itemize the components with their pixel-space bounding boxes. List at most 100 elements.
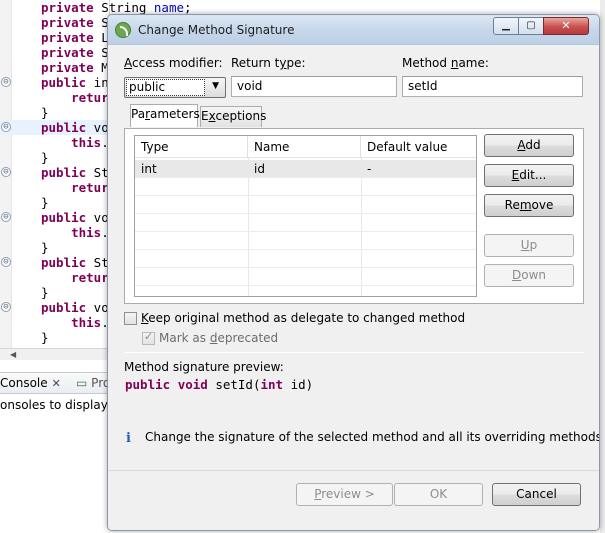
- code-keyword: private: [41, 45, 94, 60]
- code-line[interactable]: private L: [0, 30, 110, 45]
- method-name-input[interactable]: setId: [402, 76, 583, 97]
- dialog-titlebar[interactable]: Change Method Signature ▁ ▢ ✕: [108, 15, 599, 45]
- access-modifier-label: Access modifier:: [124, 56, 223, 70]
- code-keyword: this: [41, 315, 102, 330]
- tab-console[interactable]: Console ✕: [0, 373, 61, 394]
- preview-button[interactable]: Preview >: [296, 483, 393, 506]
- code-line[interactable]: private S: [0, 15, 110, 30]
- up-button[interactable]: Up: [484, 234, 574, 257]
- param-name-cell[interactable]: id: [248, 160, 361, 178]
- code-line[interactable]: private M: [0, 60, 110, 75]
- edit-button[interactable]: Edit...: [484, 164, 574, 187]
- code-keyword: this: [41, 135, 102, 150]
- parameters-table[interactable]: Type Name Default value int id -: [134, 135, 477, 297]
- code-token: in: [86, 75, 109, 90]
- code-text: }: [41, 330, 49, 345]
- fold-toggle-icon[interactable]: ⊖: [1, 122, 11, 132]
- code-text: private S: [41, 45, 109, 60]
- cancel-button[interactable]: Cancel: [492, 483, 581, 506]
- tab-progress[interactable]: ▭ Pro: [76, 376, 110, 390]
- table-row-empty: [135, 268, 476, 286]
- keep-delegate-label[interactable]: Keep original method as delegate to chan…: [141, 311, 465, 325]
- maximize-button[interactable]: ▢: [518, 17, 544, 35]
- code-line[interactable]: private S: [0, 45, 110, 60]
- code-line[interactable]: }: [0, 195, 110, 210]
- column-header-name[interactable]: Name: [248, 136, 361, 158]
- console-message: onsoles to display at: [0, 398, 124, 412]
- code-text: }: [41, 105, 49, 120]
- method-name-label: Method name:: [402, 56, 489, 70]
- minimize-button[interactable]: ▁: [493, 17, 519, 35]
- code-text: }: [41, 150, 49, 165]
- table-row-empty: [135, 214, 476, 232]
- code-line[interactable]: private String name;: [0, 0, 192, 15]
- fold-toggle-icon[interactable]: ⊖: [1, 257, 11, 267]
- code-keyword: public: [41, 75, 87, 90]
- code-text: public voi: [41, 120, 116, 135]
- tab-exceptions[interactable]: Exceptions: [200, 106, 266, 127]
- ok-button[interactable]: OK: [394, 483, 483, 506]
- code-keyword: private: [41, 30, 94, 45]
- fold-toggle-icon[interactable]: ⊖: [1, 167, 11, 177]
- code-field: name: [153, 0, 185, 15]
- code-keyword: this: [41, 225, 102, 240]
- param-type-cell[interactable]: int: [135, 160, 248, 178]
- code-text: }: [41, 240, 49, 255]
- editor-horizontal-scrollbar[interactable]: ◀: [0, 348, 110, 360]
- code-keyword: return: [41, 270, 117, 285]
- code-line[interactable]: ⊖ public St: [0, 165, 110, 180]
- code-line[interactable]: }: [0, 330, 110, 345]
- divider: [124, 352, 584, 353]
- code-line[interactable]: return: [0, 270, 116, 285]
- fold-toggle-icon[interactable]: ⊖: [1, 302, 11, 312]
- access-modifier-select[interactable]: public ▼: [124, 77, 226, 98]
- code-keyword: public: [41, 255, 87, 270]
- column-header-default-value[interactable]: Default value: [361, 136, 476, 158]
- code-line[interactable]: this.: [0, 225, 110, 240]
- return-type-label: Return type:: [231, 56, 306, 70]
- code-keyword: public: [41, 120, 87, 135]
- code-line[interactable]: ⊖ public voi: [0, 210, 116, 225]
- change-method-signature-dialog: Change Method Signature ▁ ▢ ✕ Access mod…: [107, 14, 600, 531]
- code-keyword: public: [41, 300, 87, 315]
- info-icon: i: [126, 431, 131, 446]
- code-line[interactable]: }: [0, 150, 110, 165]
- param-default-cell[interactable]: -: [361, 160, 476, 178]
- code-text: }: [41, 195, 49, 210]
- code-line[interactable]: this.: [0, 135, 110, 150]
- close-button[interactable]: ✕: [543, 17, 589, 35]
- code-line[interactable]: }: [0, 105, 110, 120]
- code-text: public voi: [41, 300, 116, 315]
- code-line[interactable]: ⊖ public voi: [0, 120, 116, 135]
- table-row-empty: [135, 178, 476, 196]
- remove-button[interactable]: Remove: [484, 194, 574, 217]
- code-line[interactable]: return: [0, 90, 116, 105]
- fold-toggle-icon[interactable]: ⊖: [1, 77, 11, 87]
- code-keyword: public: [41, 165, 87, 180]
- code-line[interactable]: ⊖ public voi: [0, 300, 116, 315]
- keep-delegate-checkbox[interactable]: [124, 312, 137, 325]
- code-line[interactable]: ⊖ public St: [0, 255, 110, 270]
- down-button[interactable]: Down: [484, 264, 574, 287]
- table-row[interactable]: int id -: [135, 160, 476, 178]
- code-line[interactable]: this.: [0, 315, 110, 330]
- tab-parameters[interactable]: Parameters: [130, 104, 200, 127]
- code-text: public St: [41, 255, 109, 270]
- code-line[interactable]: ⊖ public in: [0, 75, 110, 90]
- return-type-input[interactable]: void: [231, 76, 397, 97]
- mark-deprecated-checkbox[interactable]: [142, 330, 155, 345]
- code-line[interactable]: return: [0, 180, 116, 195]
- code-token: }: [41, 240, 49, 255]
- code-keyword: return: [41, 90, 117, 105]
- mark-deprecated-label[interactable]: Mark as deprecated: [159, 331, 278, 345]
- scroll-left-arrow-icon[interactable]: ◀: [10, 350, 16, 359]
- add-button[interactable]: Add: [484, 134, 574, 157]
- fold-toggle-icon[interactable]: ⊖: [1, 212, 11, 222]
- close-icon[interactable]: ✕: [52, 377, 61, 390]
- code-keyword: public: [41, 210, 87, 225]
- code-editor[interactable]: private String name; private Sprivate Lpr…: [0, 0, 192, 348]
- column-header-type[interactable]: Type: [135, 136, 248, 158]
- code-line[interactable]: }: [0, 240, 110, 255]
- signature-preview: public void setId(int id): [125, 377, 314, 392]
- code-line[interactable]: }: [0, 285, 110, 300]
